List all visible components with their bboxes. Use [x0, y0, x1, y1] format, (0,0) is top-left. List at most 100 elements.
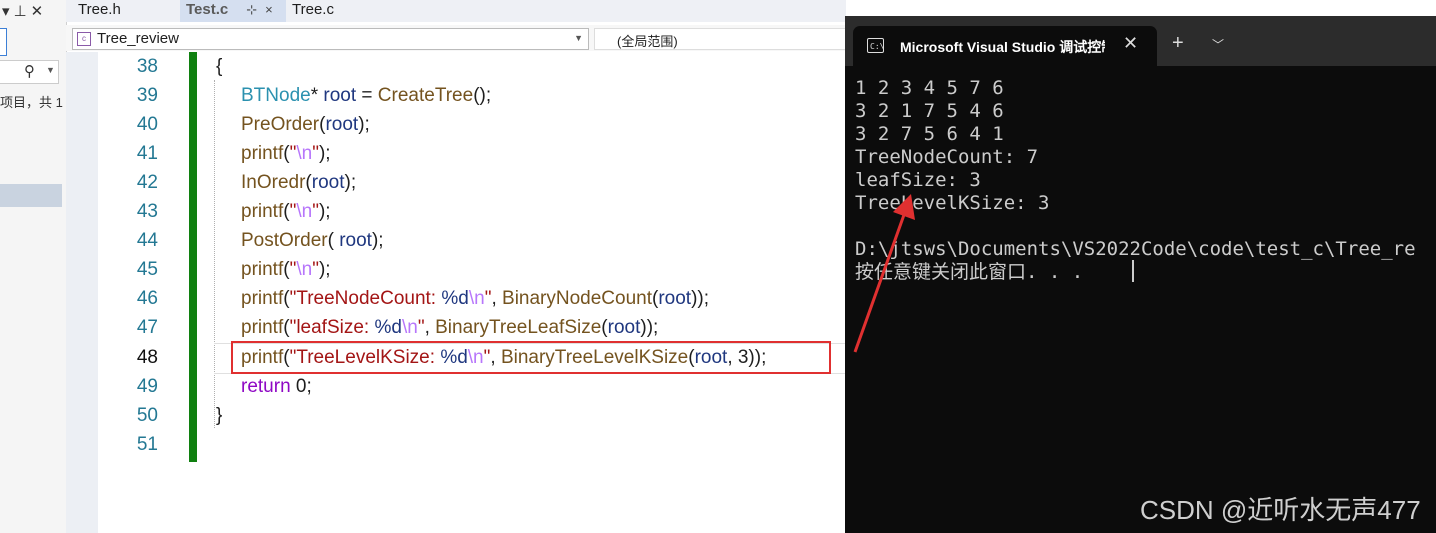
code-token: ); [318, 259, 331, 280]
code-token: " [312, 259, 319, 280]
debug-console-window[interactable]: C:\ Microsoft Visual Studio 调试控制台 ✕ + ﹀ … [845, 16, 1436, 533]
annotation-highlight-box [231, 341, 831, 374]
pin-icon[interactable]: ⊥ [14, 3, 31, 20]
code-token: InOredr [241, 172, 306, 193]
close-icon[interactable]: × [265, 2, 273, 17]
code-line[interactable]: return 0; [241, 372, 312, 401]
code-token: ( [327, 230, 340, 251]
navigation-bar: c Tree_review ▼ (全局范围) [66, 25, 846, 51]
code-token: root [339, 230, 372, 251]
search-input[interactable]: ⚲ ▼ [0, 60, 59, 84]
line-number: 44 [136, 230, 158, 251]
code-token: } [216, 405, 223, 426]
line-number: 51 [136, 434, 158, 455]
code-token: BinaryNodeCount [502, 288, 652, 309]
watermark: CSDN @近听水无声477 [1140, 495, 1421, 525]
line-number: 42 [136, 172, 158, 193]
code-token: ); [318, 143, 331, 164]
terminal-output-line: TreeNodeCount: 7 [855, 146, 1039, 168]
code-token: %d [374, 317, 402, 338]
code-token: "TreeNodeCount: [289, 288, 442, 309]
code-token: printf [241, 317, 284, 338]
chevron-down-icon[interactable]: ﹀ [1212, 36, 1224, 53]
solution-explorer-pane: ▾⊥✕ ⚲ ▼ 项目，共 1 [0, 0, 67, 533]
code-line[interactable]: printf("\n"); [241, 255, 331, 284]
code-line[interactable]: PostOrder( root); [241, 226, 384, 255]
pane-controls: ▾⊥✕ [2, 2, 47, 20]
console-icon: C:\ [867, 38, 884, 53]
line-number: 47 [136, 317, 158, 338]
code-token: \n [401, 317, 418, 338]
project-scope-value: Tree_review [97, 30, 179, 47]
code-token: ); [358, 114, 370, 135]
tab-label: Tree.h [78, 1, 121, 18]
line-number: 43 [136, 201, 158, 222]
close-icon[interactable]: ✕ [31, 3, 48, 20]
tab-tree-c[interactable]: Tree.c [286, 0, 408, 22]
code-token: BTNode [241, 85, 311, 106]
terminal-tab[interactable]: C:\ Microsoft Visual Studio 调试控制台 ✕ [853, 26, 1157, 66]
code-line[interactable]: } [216, 401, 222, 430]
global-scope-dropdown[interactable]: (全局范围) [594, 28, 846, 50]
toolbar-button[interactable] [0, 28, 7, 56]
code-line[interactable]: { [216, 52, 222, 81]
code-token: ); [318, 201, 331, 222]
selected-tree-item[interactable] [0, 184, 62, 207]
code-token: PostOrder [241, 230, 328, 251]
code-token: CreateTree [377, 85, 474, 106]
code-token: ); [371, 230, 384, 251]
project-icon: c [77, 32, 91, 46]
code-token: , [491, 288, 503, 309]
editor-margin [66, 52, 98, 533]
code-token: ); [344, 172, 357, 193]
code-line[interactable]: InOredr(root); [241, 168, 356, 197]
code-token: " [312, 143, 319, 164]
code-token: 0; [290, 376, 312, 397]
code-token: printf [241, 288, 284, 309]
code-token: = [356, 85, 378, 106]
code-token: " [312, 201, 319, 222]
terminal-output-line: 1 2 3 4 5 7 6 [855, 77, 1004, 99]
close-icon[interactable]: ✕ [1123, 33, 1138, 54]
code-token: root [658, 288, 692, 309]
code-token: printf [241, 143, 284, 164]
code-token: root [607, 317, 641, 338]
code-token: root [323, 85, 357, 106]
code-line[interactable]: PreOrder(root); [241, 110, 370, 139]
code-token: "leafSize: [289, 317, 375, 338]
chevron-down-icon[interactable]: ▼ [46, 65, 55, 75]
terminal-output-line: 3 2 7 5 6 4 1 [855, 123, 1004, 145]
terminal-output-line: leafSize: 3 [855, 169, 981, 191]
code-line[interactable]: printf("\n"); [241, 139, 331, 168]
global-scope-value: (全局范围) [617, 34, 678, 49]
project-scope-dropdown[interactable]: c Tree_review ▼ [72, 28, 589, 50]
line-number: 41 [136, 143, 158, 164]
code-line[interactable]: printf("leafSize: %d\n", BinaryTreeLeafS… [241, 313, 658, 342]
code-token: return [241, 376, 291, 397]
code-line[interactable]: BTNode* root = CreateTree(); [241, 81, 491, 110]
pin-icon[interactable]: ⊹ [246, 2, 257, 17]
terminal-output-line: D:\jtsws\Documents\VS2022Code\code\test_… [855, 238, 1416, 260]
tab-test-c[interactable]: Test.c ⊹ × [180, 0, 292, 22]
code-token: { [216, 56, 223, 77]
code-line[interactable]: printf("\n"); [241, 197, 331, 226]
annotation-arrow [853, 194, 915, 353]
chevron-down-icon[interactable]: ▾ [2, 3, 14, 20]
code-token: * [310, 85, 324, 106]
search-icon[interactable]: ⚲ [24, 62, 35, 80]
code-line[interactable]: printf("TreeNodeCount: %d\n", BinaryNode… [241, 284, 709, 313]
indent-guide [214, 80, 216, 428]
solution-status-text: 项目，共 1 [0, 95, 63, 110]
line-number: 38 [136, 56, 158, 77]
terminal-title: Microsoft Visual Studio 调试控制台 [900, 39, 1105, 55]
chevron-down-icon[interactable]: ▼ [574, 33, 583, 43]
line-number: 45 [136, 259, 158, 280]
code-token: %d [441, 288, 469, 309]
line-number: 50 [136, 405, 158, 426]
plus-icon[interactable]: + [1172, 32, 1184, 55]
code-token: \n [468, 288, 485, 309]
tab-tree-h[interactable]: Tree.h [72, 0, 184, 22]
terminal-output-line: 3 2 1 7 5 4 6 [855, 100, 1004, 122]
code-token: printf [241, 201, 284, 222]
line-number: 49 [136, 376, 158, 397]
